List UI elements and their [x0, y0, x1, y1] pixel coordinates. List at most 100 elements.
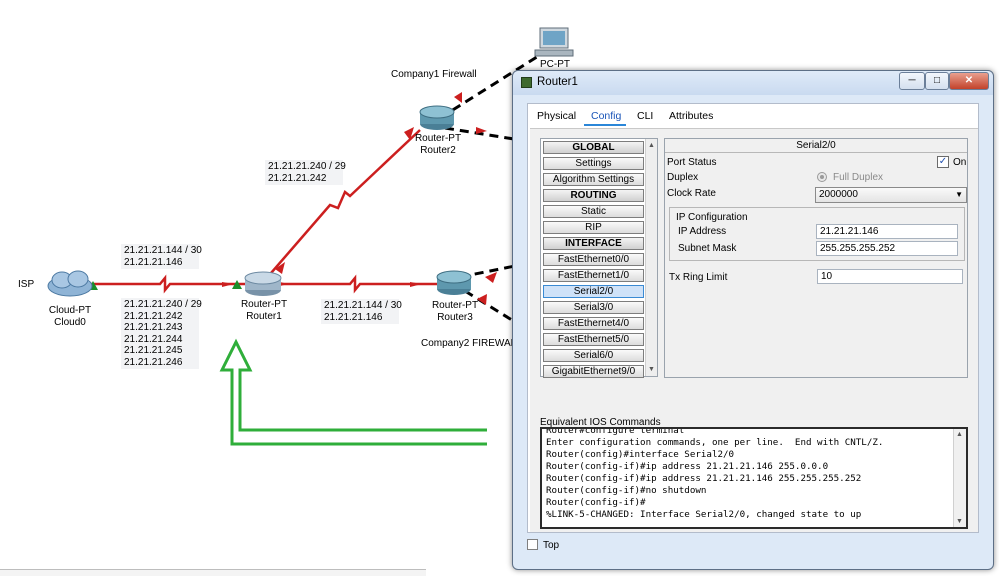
minimize-icon: ─	[908, 75, 916, 86]
nav-header-routing[interactable]: ROUTING	[543, 189, 644, 202]
ip-line: 21.21.21.146	[124, 256, 183, 268]
top-label: Top	[543, 540, 560, 551]
console-line: Router(config-if)#ip address 21.21.21.14…	[546, 473, 862, 484]
scroll-down-icon[interactable]: ▼	[647, 365, 656, 374]
router1-icon[interactable]	[244, 271, 282, 296]
router1-model: Router-PT	[240, 299, 288, 310]
console-line: Router(config-if)#	[546, 497, 646, 508]
pc-icon[interactable]	[534, 27, 574, 57]
cloud-icon	[47, 270, 93, 297]
clock-rate-select[interactable]: 2000000 ▼	[815, 187, 967, 203]
ip-note-isp-link: 21.21.21.144 / 30 21.21.21.146	[121, 244, 202, 269]
cloud-model: Cloud-PT	[48, 305, 92, 316]
nav-header-global[interactable]: GLOBAL	[543, 141, 644, 154]
nav-header-interface[interactable]: INTERFACE	[543, 237, 644, 250]
port-on-label: On	[953, 157, 967, 168]
ios-commands-console[interactable]: Router#configure terminal Enter configur…	[540, 427, 968, 529]
router3-icon[interactable]	[436, 270, 472, 295]
nav-item-static[interactable]: Static	[543, 205, 644, 218]
nav-item-fastethernet1-0[interactable]: FastEthernet1/0	[543, 269, 644, 282]
tab-attributes[interactable]: Attributes	[669, 110, 713, 122]
router3-name: Router3	[437, 312, 473, 323]
interface-panel: Serial2/0 Port Status ✓ On Duplex Full D…	[664, 138, 968, 378]
console-line: Router(config-if)#no shutdown	[546, 485, 707, 496]
ip-config-title: IP Configuration	[676, 212, 748, 223]
window-title: Router1	[537, 76, 578, 88]
nav-item-rip[interactable]: RIP	[543, 221, 644, 234]
ip-line: 21.21.21.242	[124, 310, 183, 322]
ip-line: 21.21.21.246	[124, 356, 183, 368]
ip-line: 21.21.21.242	[268, 172, 327, 184]
nav-item-fastethernet4-0[interactable]: FastEthernet4/0	[543, 317, 644, 330]
maximize-button[interactable]: □	[925, 72, 949, 90]
port-status-checkbox[interactable]: ✓	[937, 156, 949, 168]
ip-line: 21.21.21.244	[124, 333, 183, 345]
full-duplex-radio[interactable]	[817, 172, 827, 182]
ip-line: 21.21.21.240 / 29	[124, 299, 202, 310]
nav-item-serial3-0[interactable]: Serial3/0	[543, 301, 644, 314]
nav-item-algorithm-settings[interactable]: Algorithm Settings	[543, 173, 644, 186]
ip-note-router1-pool: 21.21.21.240 / 29 21.21.21.242 21.21.21.…	[121, 298, 202, 369]
clock-rate-label: Clock Rate	[667, 188, 716, 199]
active-tab-indicator	[584, 124, 626, 126]
router3-model: Router-PT	[431, 300, 479, 311]
clock-rate-value: 2000000	[819, 189, 858, 200]
console-line: Router(config)#interface Serial2/0	[546, 449, 735, 460]
nav-item-serial6-0[interactable]: Serial6/0	[543, 349, 644, 362]
router-app-icon	[521, 77, 532, 88]
duplex-label: Duplex	[667, 172, 699, 183]
ip-line: 21.21.21.144 / 30	[324, 300, 402, 311]
ip-line: 21.21.21.146	[324, 311, 383, 323]
console-scrollbar[interactable]: ▲ ▼	[953, 429, 966, 527]
nav-item-settings[interactable]: Settings	[543, 157, 644, 170]
ip-line: 21.21.21.243	[124, 322, 183, 333]
minimize-button[interactable]: ─	[899, 72, 925, 90]
router2-icon[interactable]	[419, 105, 455, 130]
nav-item-serial2-0[interactable]: Serial2/0	[543, 285, 644, 298]
scroll-down-icon[interactable]: ▼	[955, 517, 964, 526]
router1-name: Router1	[246, 311, 282, 322]
scroll-up-icon[interactable]: ▲	[955, 430, 964, 439]
tx-ring-limit-field[interactable]: 10	[817, 269, 963, 284]
router2-name: Router2	[420, 145, 456, 156]
panel-heading: Serial2/0	[665, 139, 967, 153]
tab-physical[interactable]: Physical	[537, 110, 576, 122]
close-icon: ✕	[964, 75, 974, 86]
tab-config[interactable]: Config	[591, 110, 621, 122]
subnet-mask-label: Subnet Mask	[678, 243, 737, 254]
tab-cli[interactable]: CLI	[637, 110, 653, 122]
close-button[interactable]: ✕	[949, 72, 989, 90]
router1-window: Router1 ─ □ ✕ Physical Config CLI Attrib…	[512, 70, 994, 570]
ip-line: 21.21.21.144 / 30	[124, 245, 202, 256]
console-line: Router#configure terminal	[546, 427, 685, 436]
ip-address-field[interactable]: 21.21.21.146	[816, 224, 958, 239]
green-arrow	[219, 338, 487, 446]
company1-label: Company1 Firewall	[391, 69, 477, 80]
router2-model: Router-PT	[414, 133, 462, 144]
ip-address-label: IP Address	[678, 226, 727, 237]
nav-item-fastethernet5-0[interactable]: FastEthernet5/0	[543, 333, 644, 346]
config-nav-list: GLOBAL Settings Algorithm Settings ROUTI…	[540, 138, 658, 378]
window-client: Physical Config CLI Attributes GLOBAL Se…	[527, 103, 979, 533]
company2-label: Company2 FIREWALL	[421, 338, 522, 349]
console-line: %LINK-5-CHANGED: Interface Serial2/0, ch…	[546, 509, 862, 520]
ip-note-router3-link: 21.21.21.144 / 30 21.21.21.146	[321, 299, 402, 324]
nav-scrollbar[interactable]: ▲ ▼	[645, 139, 657, 376]
top-checkbox[interactable]	[527, 539, 538, 550]
ip-configuration-group: IP Configuration IP Address 21.21.21.146…	[669, 207, 965, 261]
subnet-mask-field[interactable]: 255.255.255.252	[816, 241, 958, 256]
ip-note-router2-link: 21.21.21.240 / 29 21.21.21.242	[265, 160, 346, 185]
ip-line: 21.21.21.240 / 29	[268, 161, 346, 172]
checkmark-icon: ✓	[938, 156, 948, 167]
nav-item-gigabitethernet9-0[interactable]: GigabitEthernet9/0	[543, 365, 644, 378]
isp-label: ISP	[18, 279, 35, 290]
chevron-down-icon: ▼	[955, 190, 963, 199]
tx-ring-limit-label: Tx Ring Limit	[669, 272, 728, 283]
ip-line: 21.21.21.245	[124, 345, 183, 356]
nav-item-fastethernet0-0[interactable]: FastEthernet0/0	[543, 253, 644, 266]
config-tab-body: GLOBAL Settings Algorithm Settings ROUTI…	[530, 128, 978, 532]
title-bar[interactable]: Router1 ─ □ ✕	[513, 71, 993, 95]
port-status-label: Port Status	[667, 157, 717, 168]
full-duplex-label: Full Duplex	[833, 172, 884, 183]
scroll-up-icon[interactable]: ▲	[647, 141, 656, 150]
